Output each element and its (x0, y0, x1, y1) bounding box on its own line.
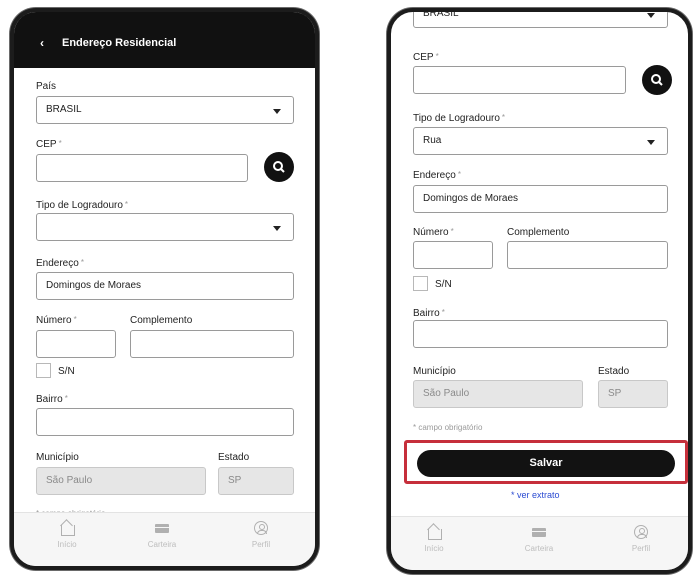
chevron-down-icon (647, 140, 655, 145)
profile-icon (634, 525, 648, 539)
bairro-input[interactable] (36, 408, 294, 436)
tipo-logradouro-label: Tipo de Logradouro * (36, 200, 129, 211)
cep-label: CEP * (36, 139, 62, 150)
sn-label: S/N (435, 279, 452, 290)
endereco-label: Endereço * (36, 258, 84, 269)
chevron-down-icon (273, 226, 281, 231)
cep-search-button[interactable] (642, 65, 672, 95)
complemento-label: Complemento (130, 315, 193, 326)
page-title: Endereço Residencial (62, 37, 177, 49)
municipio-label: Município (36, 452, 79, 463)
tipo-logradouro-select[interactable] (36, 213, 294, 241)
municipio-label: Município (413, 366, 456, 377)
sn-checkbox[interactable] (413, 276, 428, 291)
pais-select[interactable]: BRASIL (36, 96, 294, 124)
sn-label: S/N (58, 366, 75, 377)
required-note: * campo obrigatório (413, 423, 483, 432)
complemento-label: Complemento (507, 227, 570, 238)
home-icon (60, 521, 75, 536)
cep-label: CEP * (413, 52, 439, 63)
numero-label: Número * (36, 315, 77, 326)
estado-label: Estado (218, 452, 250, 463)
nav-perfil[interactable]: Perfil (611, 525, 671, 553)
bairro-input[interactable] (413, 320, 668, 348)
wallet-icon (155, 521, 169, 535)
home-icon (427, 525, 442, 540)
bottom-navigation: Início Carteira Perfil (14, 512, 315, 566)
cep-search-button[interactable] (264, 152, 294, 182)
pais-select[interactable]: BRASIL (413, 12, 668, 28)
tipo-logradouro-label: Tipo de Logradouro * (413, 113, 506, 124)
screenshot-stage: ‹ Endereço Residencial País BRASIL CEP * … (0, 0, 693, 579)
ver-extrato-link[interactable]: * ver extrato (511, 490, 560, 500)
nav-carteira[interactable]: Carteira (509, 525, 569, 553)
wallet-icon (532, 525, 546, 539)
numero-label: Número * (413, 227, 454, 238)
endereco-label: Endereço * (413, 170, 461, 181)
app-header: ‹ Endereço Residencial (14, 12, 315, 68)
cep-input[interactable] (36, 154, 248, 182)
pais-value: BRASIL (46, 104, 82, 115)
chevron-down-icon (273, 109, 281, 114)
save-button[interactable]: Salvar (417, 450, 675, 477)
municipio-field: São Paulo (36, 467, 206, 495)
endereco-input[interactable]: Domingos de Moraes (36, 272, 294, 300)
bairro-label: Bairro * (413, 308, 445, 319)
complemento-input[interactable] (130, 330, 294, 358)
tipo-logradouro-select[interactable]: Rua (413, 127, 668, 155)
pais-label: País (36, 81, 57, 92)
estado-field: SP (218, 467, 294, 495)
cep-input[interactable] (413, 66, 626, 94)
estado-label: Estado (598, 366, 630, 377)
phone-screen-address-form: ‹ Endereço Residencial País BRASIL CEP * … (10, 8, 319, 570)
complemento-input[interactable] (507, 241, 668, 269)
numero-input[interactable] (413, 241, 493, 269)
bottom-navigation: Início Carteira Perfil (391, 516, 688, 570)
estado-field: SP (598, 380, 668, 408)
nav-carteira[interactable]: Carteira (132, 521, 192, 549)
endereco-input[interactable]: Domingos de Moraes (413, 185, 668, 213)
chevron-down-icon (647, 13, 655, 18)
nav-inicio[interactable]: Início (37, 521, 97, 549)
numero-input[interactable] (36, 330, 116, 358)
phone-screen-address-form-scrolled: BRASIL CEP * Tipo de Logradouro * Rua Ende… (387, 8, 692, 574)
profile-icon (254, 521, 268, 535)
sn-checkbox[interactable] (36, 363, 51, 378)
back-chevron-icon[interactable]: ‹ (40, 36, 44, 50)
search-icon (273, 161, 285, 173)
save-button-highlight: Salvar (404, 440, 688, 484)
municipio-field: São Paulo (413, 380, 583, 408)
search-icon (651, 74, 663, 86)
nav-inicio[interactable]: Início (404, 525, 464, 553)
nav-perfil[interactable]: Perfil (231, 521, 291, 549)
bairro-label: Bairro * (36, 394, 68, 405)
